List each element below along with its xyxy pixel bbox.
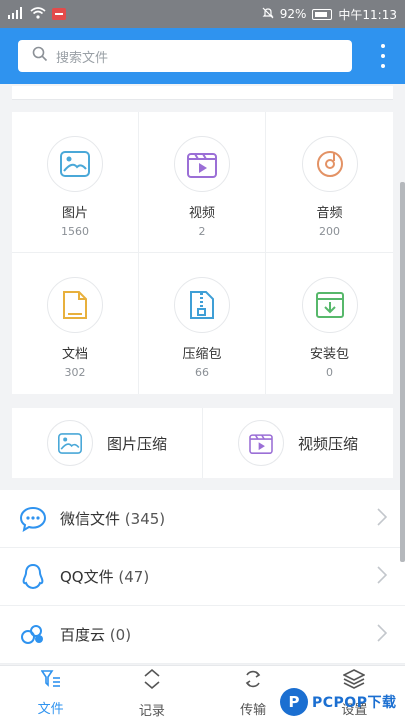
chevron-right-icon xyxy=(377,565,388,588)
status-bar: 92% 中午11:13 xyxy=(0,0,405,28)
list-item-qq[interactable]: QQ文件 (47) xyxy=(0,548,405,606)
category-images[interactable]: 图片 1560 xyxy=(12,112,139,253)
image-icon xyxy=(47,136,103,192)
document-icon xyxy=(47,277,103,333)
archive-icon xyxy=(174,277,230,333)
search-placeholder: 搜索文件 xyxy=(56,50,109,66)
image-compress-icon xyxy=(46,420,93,466)
records-icon xyxy=(142,668,162,694)
category-count: 1560 xyxy=(61,225,89,238)
category-count: 2 xyxy=(198,225,206,238)
wifi-icon xyxy=(30,6,46,22)
list-item-count: (47) xyxy=(118,568,150,586)
tab-label: 文件 xyxy=(37,701,64,717)
top-divider-strip xyxy=(12,86,393,100)
category-archives[interactable]: 压缩包 66 xyxy=(139,253,266,394)
list-item-count: (0) xyxy=(109,626,132,644)
search-icon xyxy=(32,46,48,66)
battery-percent: 92% xyxy=(279,7,307,21)
watermark: P PCPOP下载 xyxy=(280,684,405,720)
category-documents[interactable]: 文档 302 xyxy=(12,253,139,394)
category-label: 压缩包 xyxy=(182,347,222,362)
transfer-icon xyxy=(243,669,263,693)
video-icon xyxy=(174,136,230,192)
notification-icon xyxy=(52,8,66,20)
category-label: 安装包 xyxy=(309,347,349,362)
tab-files[interactable]: 文件 xyxy=(0,666,101,720)
video-compress-button[interactable]: 视频压缩 xyxy=(202,408,393,478)
list-item-count: (345) xyxy=(124,510,166,528)
watermark-logo-icon: P xyxy=(280,688,308,716)
watermark-text: PCPOP下载 xyxy=(312,695,397,711)
app-header: 搜索文件 xyxy=(0,28,405,84)
category-grid: 图片 1560 视频 2 音频 200 文档 302 压缩包 66 安装包 0 xyxy=(12,112,393,394)
scrollbar[interactable] xyxy=(400,182,405,562)
category-label: 音频 xyxy=(316,206,343,221)
category-packages[interactable]: 安装包 0 xyxy=(266,253,393,394)
list-item-baidu-cloud[interactable]: 百度云 (0) xyxy=(0,606,405,664)
source-list: 微信文件 (345) QQ文件 (47) 百度云 (0) xyxy=(0,490,405,664)
chevron-right-icon xyxy=(377,507,388,530)
tab-records[interactable]: 记录 xyxy=(101,666,202,720)
image-compress-button[interactable]: 图片压缩 xyxy=(12,408,202,478)
baidu-cloud-icon xyxy=(18,620,48,650)
video-compress-icon xyxy=(237,420,284,466)
mute-icon xyxy=(262,7,274,22)
category-audio[interactable]: 音频 200 xyxy=(266,112,393,253)
list-item-label: 微信文件 (345) xyxy=(60,510,166,528)
category-count: 302 xyxy=(64,366,86,379)
compress-label: 图片压缩 xyxy=(106,434,167,453)
category-label: 图片 xyxy=(61,206,88,221)
tab-label: 传输 xyxy=(240,702,267,718)
tab-label: 记录 xyxy=(138,703,165,719)
search-input[interactable]: 搜索文件 xyxy=(18,40,352,72)
category-label: 文档 xyxy=(61,347,88,362)
category-count: 66 xyxy=(195,366,209,379)
category-label: 视频 xyxy=(188,206,215,221)
battery-icon xyxy=(312,8,333,20)
compress-label: 视频压缩 xyxy=(297,434,358,453)
category-videos[interactable]: 视频 2 xyxy=(139,112,266,253)
category-count: 200 xyxy=(319,225,340,238)
more-menu-icon[interactable] xyxy=(379,44,387,68)
signal-icon xyxy=(8,6,24,22)
list-item-label: 百度云 (0) xyxy=(60,626,132,644)
category-count: 0 xyxy=(326,366,333,379)
chevron-right-icon xyxy=(377,623,388,646)
list-item-label: QQ文件 (47) xyxy=(60,568,150,586)
list-item-wechat[interactable]: 微信文件 (345) xyxy=(0,490,405,548)
audio-icon xyxy=(301,136,358,192)
files-icon xyxy=(40,669,61,692)
package-icon xyxy=(301,277,358,333)
qq-icon xyxy=(18,562,48,592)
wechat-icon xyxy=(18,504,48,534)
compress-tools: 图片压缩 视频压缩 xyxy=(12,408,393,478)
clock: 中午11:13 xyxy=(338,7,397,22)
